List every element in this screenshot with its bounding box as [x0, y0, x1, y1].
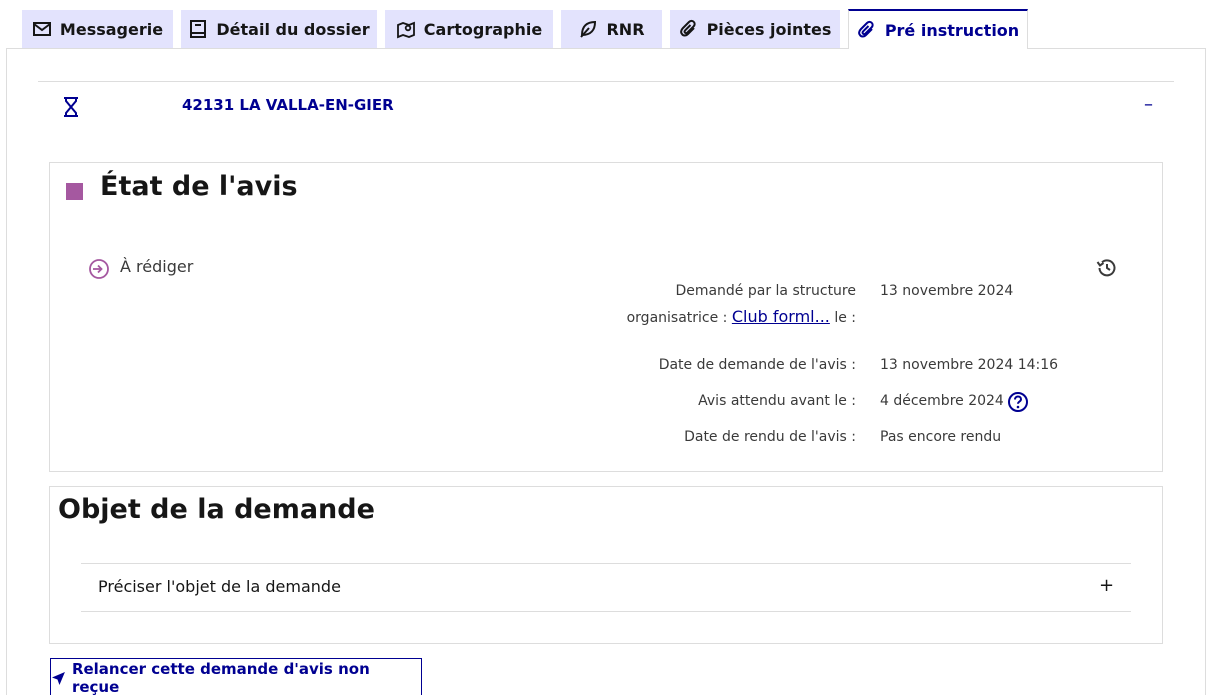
status-square	[66, 183, 83, 200]
expected-label: Avis attendu avant le :	[698, 393, 856, 409]
collapse-icon[interactable]: –	[1144, 94, 1153, 115]
accordion-title[interactable]: 42131 LA VALLA-EN-GIER	[182, 96, 394, 114]
history-icon[interactable]	[1095, 256, 1119, 280]
login-arrow-icon	[89, 259, 109, 279]
objet-accordion-label[interactable]: Préciser l'objet de la demande	[98, 577, 341, 596]
tab-bar: Messagerie Détail du dossier Cartographi…	[0, 0, 1221, 49]
status-label: À rédiger	[120, 257, 194, 276]
avis-card	[49, 162, 1163, 472]
expected-value: 4 décembre 2024	[880, 393, 1004, 409]
structure-link[interactable]: Club forml...	[732, 307, 830, 326]
hourglass-icon	[64, 97, 78, 117]
relancer-label: Relancer cette demande d'avis non reçue	[71, 660, 370, 695]
returned-value: Pas encore rendu	[880, 429, 1002, 445]
tab-label: Pièces jointes	[706, 19, 832, 39]
tab-label: Pré instruction	[884, 20, 1020, 40]
requested-by-label-2: organisatrice :	[626, 310, 728, 326]
returned-label: Date de rendu de l'avis :	[684, 429, 856, 445]
tab-label: RNR	[606, 19, 645, 39]
requested-by-label: Demandé par la structure	[675, 283, 856, 299]
send-icon	[51, 671, 65, 685]
avis-title: État de l'avis	[100, 171, 298, 202]
tab-label: Cartographie	[423, 19, 543, 39]
request-date-label: Date de demande de l'avis :	[658, 357, 856, 373]
paperclip-icon	[679, 19, 696, 37]
tab-messagerie[interactable]: Messagerie	[22, 10, 173, 48]
requested-by-label-3: le :	[834, 310, 856, 326]
tab-label: Messagerie	[59, 19, 164, 39]
leaf-icon	[580, 20, 597, 38]
objet-title: Objet de la demande	[58, 494, 375, 525]
help-icon[interactable]	[1007, 391, 1029, 413]
relancer-button[interactable]: Relancer cette demande d'avis non reçue	[50, 658, 422, 695]
tab-rnr[interactable]: RNR	[561, 10, 662, 48]
tab-pieces-jointes[interactable]: Pièces jointes	[670, 10, 840, 48]
tab-label: Détail du dossier	[216, 19, 370, 39]
tab-cartographie[interactable]: Cartographie	[385, 10, 553, 48]
tab-detail-dossier[interactable]: Détail du dossier	[181, 10, 377, 48]
requested-by-value: 13 novembre 2024	[880, 283, 1014, 299]
requested-by-line: organisatrice : Club forml... le :	[627, 307, 856, 326]
mail-icon	[32, 22, 51, 36]
paperclip-icon	[857, 20, 874, 38]
tab-pre-instruction[interactable]: Pré instruction	[848, 9, 1028, 49]
request-date-value: 13 novembre 2024 14:16	[880, 357, 1059, 373]
map-pin-icon	[396, 21, 415, 39]
book-icon	[190, 20, 207, 38]
expand-icon[interactable]: +	[1099, 575, 1114, 596]
